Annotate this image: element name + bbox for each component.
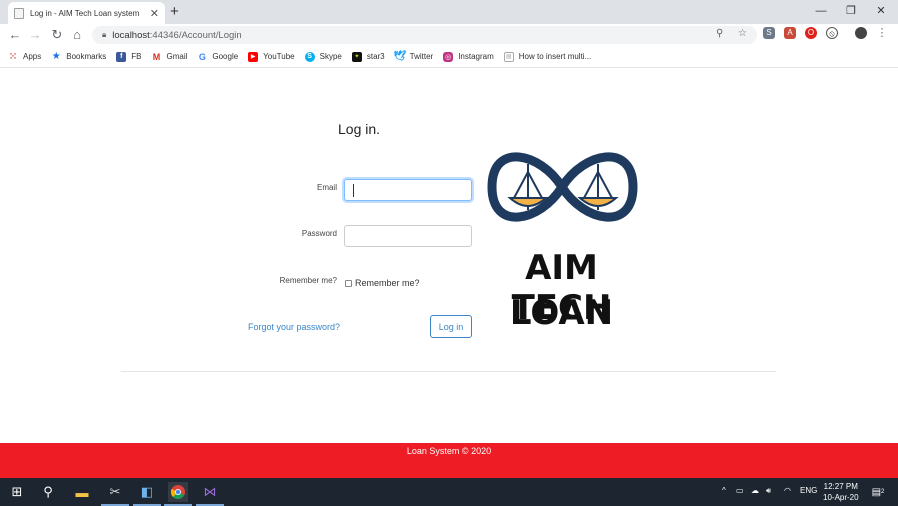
remember-me-label: Remember me? (279, 276, 337, 285)
browser-window: Log in - AIM Tech Loan system ✕ + — ❐ ✕ … (0, 0, 898, 506)
back-arrow-icon[interactable]: ← (6, 26, 24, 44)
clock-time: 12:27 PM (823, 482, 858, 491)
onedrive-icon[interactable]: ☁ (751, 486, 759, 495)
remember-me-checkbox[interactable] (345, 280, 352, 287)
page-content: Log in. Email Password Remember me? Reme… (0, 68, 898, 443)
bookmark-apps[interactable]: ⁙ Apps (8, 51, 42, 62)
opera-extension-icon[interactable]: O (805, 27, 817, 39)
infinity-ring-icon (487, 152, 638, 222)
forgot-password-link[interactable]: Forgot your password? (248, 322, 340, 332)
new-tab-button[interactable]: + (170, 3, 179, 21)
bookmark-instagram[interactable]: ◎ Instagram (443, 51, 494, 62)
bookmark-label: Bookmarks (66, 52, 107, 61)
email-field[interactable] (344, 179, 472, 201)
bookmark-label: FB (131, 52, 142, 61)
skype-extension-icon[interactable]: S (763, 27, 775, 39)
bookmark-skype[interactable]: S Skype (304, 51, 342, 62)
bookmark-label: Google (212, 52, 239, 61)
clock-date: 10-Apr-20 (823, 493, 859, 502)
bookmark-star-icon[interactable]: ☆ (738, 28, 747, 39)
bookmark-bookmarks[interactable]: ★ Bookmarks (51, 51, 107, 62)
site-footer: Loan System © 2020 (0, 443, 898, 478)
pdf-extension-icon[interactable]: A (784, 27, 796, 39)
forward-arrow-icon[interactable]: → (26, 26, 44, 44)
skype-icon: S (304, 51, 315, 62)
bookmark-label: Twitter (409, 52, 434, 61)
block-extension-icon[interactable]: ⦸ (826, 27, 838, 39)
tray-chevron-icon[interactable]: ^ (722, 486, 726, 495)
zoom-icon[interactable]: ⚲ (716, 28, 723, 39)
notification-count: 2 (881, 489, 885, 495)
page-favicon-icon (14, 7, 24, 19)
tab-strip: Log in - AIM Tech Loan system ✕ + — ❐ ✕ (0, 0, 898, 24)
password-label: Password (301, 229, 337, 238)
tools-icon[interactable]: ✂ (105, 482, 125, 502)
content-divider (121, 371, 776, 372)
bookmark-label: star3 (366, 52, 385, 61)
restore-button[interactable]: ❐ (838, 2, 864, 20)
bookmark-youtube[interactable]: ▶ YouTube (248, 51, 295, 62)
visual-studio-icon[interactable]: ⋈ (200, 482, 220, 502)
url-host: localhost (112, 29, 150, 41)
volume-icon[interactable]: 🔊︎ (766, 486, 771, 496)
email-label: Email (316, 183, 337, 192)
password-field[interactable] (344, 225, 472, 247)
bookmark-twitter[interactable]: 🕊︎ Twitter (393, 51, 434, 62)
bookmark-label: Apps (23, 52, 42, 61)
chrome-icon[interactable] (168, 482, 188, 502)
close-window-button[interactable]: ✕ (868, 2, 894, 20)
bookmark-star3[interactable]: ✦ star3 (351, 51, 385, 62)
tab-close-icon[interactable]: ✕ (150, 7, 159, 20)
bookmark-fb[interactable]: f FB (116, 51, 142, 62)
windows-taskbar: ⊞ ⚲ ▬ ✂ ◧ ⋈ ^ ▭ ☁ 🔊︎ ◠ ENG 12:27 PM 10-A… (0, 478, 898, 506)
star-icon: ★ (51, 51, 61, 62)
bookmark-how-to-insert[interactable]: ▤ How to insert multi... (503, 51, 592, 62)
tray-device-icon[interactable]: ▭ (736, 486, 744, 495)
apps-grid-icon: ⁙ (9, 51, 17, 61)
profile-avatar[interactable] (855, 27, 867, 39)
text-caret (353, 184, 354, 197)
file-explorer-icon[interactable]: ▬ (72, 482, 92, 502)
logo-text-line2: LOAN (509, 293, 614, 333)
twitter-icon: 🕊︎ (393, 51, 406, 62)
bookmark-label: How to insert multi... (518, 52, 592, 61)
instagram-icon: ◎ (443, 51, 454, 62)
star3-icon: ✦ (351, 51, 362, 62)
bookmark-label: YouTube (263, 52, 295, 61)
url-path: :44346/Account/Login (149, 29, 242, 41)
address-bar[interactable]: 🔒︎ localhost:44346/Account/Login (92, 26, 757, 44)
notes-app-icon[interactable]: ◧ (137, 482, 157, 502)
chrome-logo-icon (171, 485, 185, 499)
tab-title: Log in - AIM Tech Loan system (30, 8, 140, 18)
language-indicator[interactable]: ENG (800, 486, 817, 495)
windows-start-icon[interactable]: ⊞ (7, 482, 27, 502)
login-button[interactable]: Log in (430, 315, 472, 338)
gmail-icon: M (152, 51, 161, 62)
search-icon[interactable]: ⚲ (38, 482, 58, 502)
bookmark-label: Gmail (166, 52, 188, 61)
menu-kebab-icon[interactable]: ⋮ (876, 27, 888, 39)
notification-center-icon[interactable]: ▤ 2 (868, 482, 888, 502)
system-clock[interactable]: 12:27 PM 10-Apr-20 (823, 481, 859, 503)
footer-text: Loan System © 2020 (406, 446, 492, 456)
google-icon: G (198, 51, 206, 62)
page-title: Log in. (338, 121, 381, 137)
youtube-icon: ▶ (248, 51, 259, 62)
home-icon[interactable]: ⌂ (68, 26, 86, 44)
remember-me-checkbox-label[interactable]: Remember me? (355, 278, 420, 288)
lock-icon: 🔒︎ (102, 30, 107, 39)
tab-login[interactable]: Log in - AIM Tech Loan system ✕ (8, 2, 165, 24)
wifi-icon[interactable]: ◠ (784, 486, 791, 495)
bookmark-gmail[interactable]: M Gmail (151, 51, 188, 62)
bookmark-label: Skype (319, 52, 342, 61)
bookmark-google[interactable]: G Google (197, 52, 238, 62)
bookmarks-bar: ⁙ Apps ★ Bookmarks f FB M Gmail G Google… (0, 46, 898, 68)
minimize-button[interactable]: — (808, 2, 834, 20)
bookmark-label: Instagram (458, 52, 494, 61)
page-icon: ▤ (503, 51, 514, 62)
reload-icon[interactable]: ↻ (48, 26, 66, 44)
facebook-icon: f (116, 51, 127, 62)
